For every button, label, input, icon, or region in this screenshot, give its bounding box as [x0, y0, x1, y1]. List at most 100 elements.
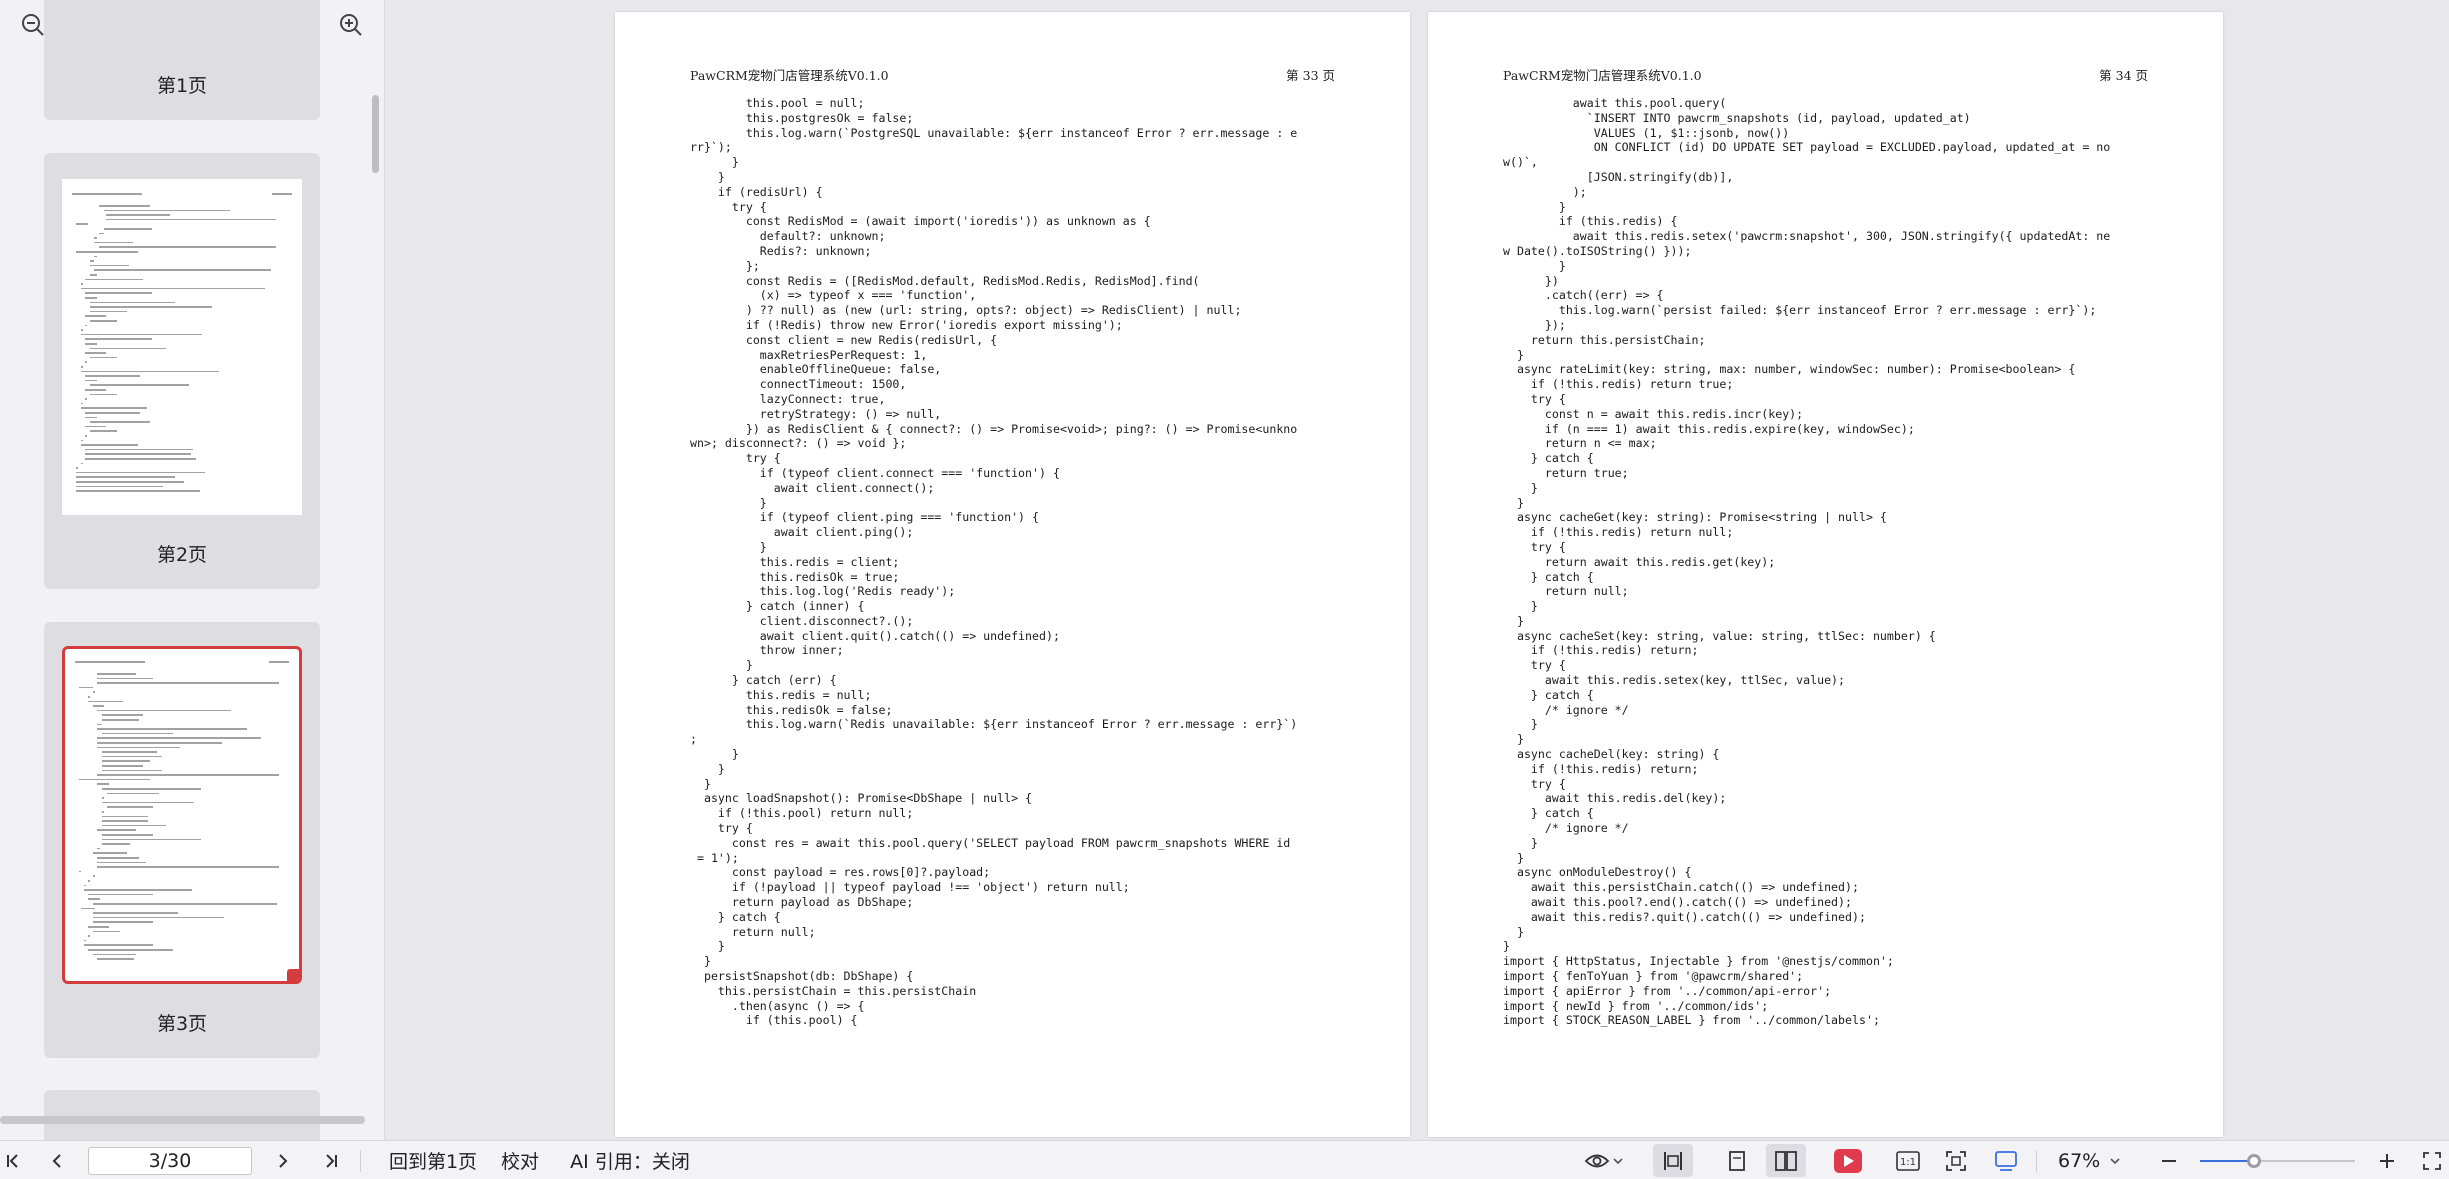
thumbnail-text-line [102, 755, 162, 758]
thumbnail-text-line [80, 402, 83, 405]
thumbnail-text-line [83, 889, 192, 891]
code-line: default?: unknown; [690, 229, 886, 244]
code-line: if (!this.redis) return; [1503, 761, 1699, 776]
thumbnail-text-line [88, 893, 153, 896]
code-line: } catch { [1503, 451, 1594, 466]
code-line: import { STOCK_REASON_LABEL } from '../c… [1503, 1013, 1880, 1028]
first-page-icon[interactable] [2, 1141, 24, 1179]
thumbnail-text-line [97, 857, 139, 859]
single-page-icon[interactable] [1717, 1141, 1757, 1179]
code-line: }) as RedisClient & { connect?: () => Pr… [690, 421, 1298, 436]
code-line: } [1503, 480, 1538, 495]
two-page-icon[interactable] [1766, 1141, 1806, 1179]
code-line: import { apiError } from '../common/api-… [1503, 983, 1832, 998]
thumbnail-text-line [89, 320, 118, 322]
actual-size-icon[interactable]: 1:1 [1888, 1141, 1928, 1179]
code-line: try { [1503, 539, 1566, 554]
thumbnail-card-page-3[interactable]: 第3页 [44, 622, 320, 1058]
code-line: if (!this.redis) return null; [1503, 525, 1734, 540]
fit-page-icon[interactable] [1936, 1141, 1976, 1179]
thumbnail-text-line [97, 742, 222, 744]
code-line: const Redis = ([RedisMod.default, RedisM… [690, 273, 1200, 288]
code-line: ); [1503, 184, 1587, 199]
code-line: enableOfflineQueue: false, [690, 362, 942, 377]
thumbnail-text-line [89, 430, 118, 432]
zoom-in-icon[interactable] [338, 12, 364, 38]
zoom-slider[interactable] [2200, 1154, 2355, 1168]
document-page-34: PawCRM宠物门店管理系统V0.1.0 第 34 页 await this.p… [1428, 12, 2223, 1137]
page-header-title: PawCRM宠物门店管理系统V0.1.0 [690, 68, 889, 83]
code-line: await this.redis?.quit().catch(() => und… [1503, 909, 1866, 924]
thumbnail-text-line [80, 366, 83, 368]
thumbnail-text-line [85, 338, 152, 340]
next-page-icon[interactable] [272, 1141, 294, 1179]
thumbnail-text-line [102, 834, 153, 836]
thumbnail-text-line [76, 223, 88, 225]
thumbnail-text-line [88, 880, 91, 882]
code-line: this.redisOk = false; [690, 702, 893, 717]
thumbnail-text-line [102, 797, 105, 799]
code-line: } [1503, 835, 1538, 850]
thumbnail-card-page-2[interactable]: 第2页 [44, 153, 320, 589]
code-line: maxRetriesPerRequest: 1, [690, 347, 928, 362]
code-line: = 1'); [690, 850, 739, 865]
thumbnail-text-line [102, 838, 201, 841]
thumbnail-card-page-1[interactable]: 第1页 [44, 0, 320, 120]
zoom-slider-handle[interactable] [2247, 1154, 2262, 1168]
code-line: await client.ping(); [690, 525, 914, 540]
thumbnail-text-line [99, 205, 150, 207]
code-line: } [1503, 732, 1524, 747]
zoom-in-icon[interactable] [2372, 1141, 2402, 1179]
zoom-out-icon[interactable] [2154, 1141, 2184, 1179]
code-line: const client = new Redis(redisUrl, { [690, 332, 998, 347]
thumbnail-text-line [85, 297, 97, 299]
thumbnail-text-line [80, 283, 83, 285]
prev-page-icon[interactable] [46, 1141, 68, 1179]
thumbnail-text-line [97, 774, 280, 776]
zoom-out-icon[interactable] [20, 12, 46, 38]
play-icon[interactable] [1830, 1141, 1866, 1179]
screen-capture-icon[interactable] [1986, 1141, 2026, 1179]
thumbnail-text-line [80, 370, 219, 373]
thumbnail-text-line [80, 439, 83, 442]
code-line: async cacheSet(key: string, value: strin… [1503, 628, 1936, 643]
page-number-input[interactable]: 3/30 [88, 1147, 252, 1175]
last-page-icon[interactable] [320, 1141, 342, 1179]
proofread-button[interactable]: 校对 [496, 1141, 544, 1179]
code-line: return n <= max; [1503, 436, 1657, 451]
thumbnail-card-page-4[interactable] [44, 1090, 320, 1140]
goto-first-page-button[interactable]: 回到第1页 [378, 1141, 488, 1179]
page-number: 第 34 页 [2099, 68, 2148, 83]
code-line: this.postgresOk = false; [690, 110, 914, 125]
code-line: [JSON.stringify(db)], [1503, 169, 1734, 184]
code-line: return null; [690, 924, 816, 939]
fit-width-icon[interactable] [1653, 1141, 1693, 1179]
code-line: try { [1503, 776, 1566, 791]
thumbnail-text-line [97, 746, 181, 749]
code-line: `INSERT INTO pawcrm_snapshots (id, paylo… [1503, 110, 1971, 125]
eye-view-dropdown[interactable] [1580, 1141, 1626, 1179]
zoom-slider-fill [2200, 1160, 2255, 1162]
fullscreen-icon[interactable] [2418, 1141, 2446, 1179]
code-block: await this.pool.query( `INSERT INTO pawc… [1503, 96, 2203, 1028]
code-line: } catch { [1503, 569, 1594, 584]
thumbnail-text-line [99, 232, 104, 235]
thumbnail-text-line [92, 921, 153, 923]
page-header: PawCRM宠物门店管理系统V0.1.0 第 33 页 [690, 65, 1335, 85]
thumbnail-text-line [85, 292, 152, 294]
sidebar-horizontal-scrollbar[interactable] [0, 1116, 365, 1124]
code-line: if (!payload || typeof payload !== 'obje… [690, 880, 1130, 895]
code-line: async loadSnapshot(): Promise<DbShape | … [690, 791, 1033, 806]
code-line: try { [690, 821, 753, 836]
zoom-level-dropdown[interactable]: 67% [2050, 1141, 2130, 1179]
ai-quote-toggle[interactable]: AI 引用：关闭 [570, 1141, 690, 1179]
thumbnail-text-line [85, 352, 106, 354]
code-line: .catch((err) => { [1503, 288, 1664, 303]
code-line: this.persistChain = this.persistChain [690, 983, 977, 998]
sidebar-vertical-scrollbar[interactable] [372, 95, 379, 173]
code-line: await this.redis.del(key); [1503, 791, 1727, 806]
page-header-title: PawCRM宠物门店管理系统V0.1.0 [1503, 68, 1702, 83]
thumbnail-text-line [105, 214, 171, 216]
code-line: await this.persistChain.catch(() => unde… [1503, 880, 1859, 895]
code-line: if (!this.redis) return true; [1503, 377, 1734, 392]
